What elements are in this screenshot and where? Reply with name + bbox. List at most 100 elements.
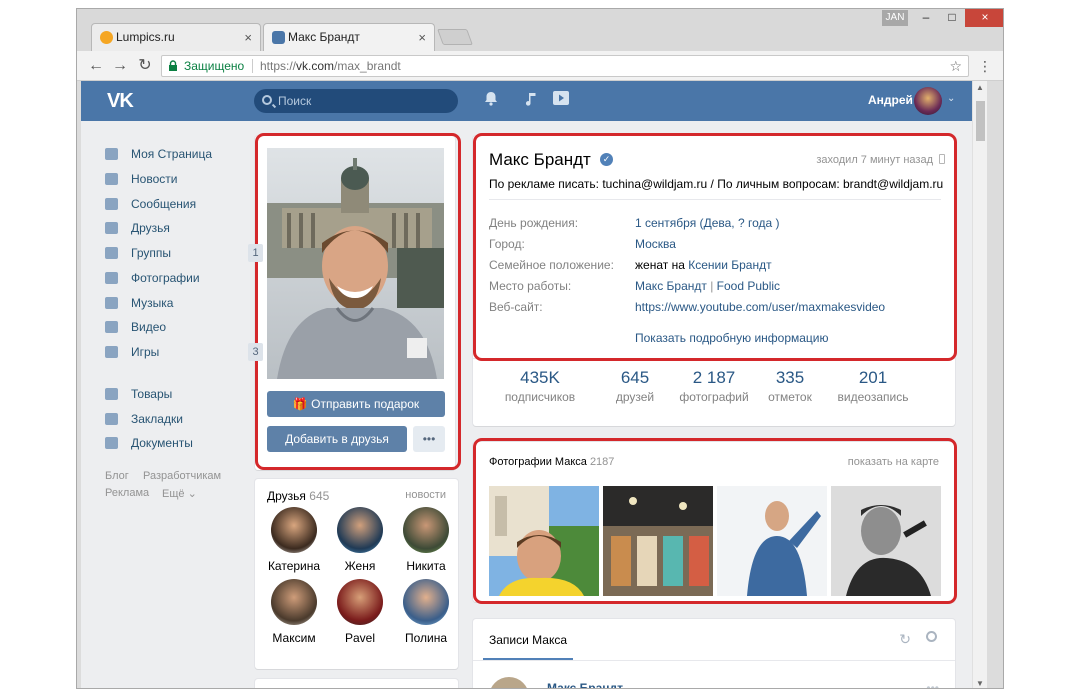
- sidebar-item[interactable]: Игры 3: [105, 340, 265, 364]
- friend-avatar[interactable]: [337, 507, 383, 553]
- url-path: /max_brandt: [334, 59, 401, 73]
- sidebar-item-badge: 3: [248, 343, 263, 361]
- minimize-button[interactable]: –: [913, 9, 939, 27]
- counter-value: 335: [775, 368, 805, 387]
- tab-close-icon[interactable]: ×: [418, 24, 426, 51]
- friend-item[interactable]: Полина: [391, 579, 461, 645]
- sidebar-item-label: Моя Страница: [131, 147, 213, 161]
- friends-title[interactable]: Друзья 645: [267, 489, 329, 503]
- friend-name[interactable]: Никита: [391, 559, 461, 573]
- counter-label: друзей: [615, 390, 655, 404]
- counter-value: 435K: [520, 368, 560, 387]
- scroll-thumb[interactable]: [976, 101, 985, 141]
- sidebar-item[interactable]: Музыка: [105, 291, 265, 315]
- reload-button[interactable]: ↻: [134, 55, 156, 77]
- browser-menu-icon[interactable]: ⋮: [977, 55, 993, 77]
- divider: [473, 660, 955, 661]
- tab-close-icon[interactable]: ×: [244, 24, 252, 51]
- sidebar-item[interactable]: Сообщения: [105, 192, 265, 216]
- tab-lumpics[interactable]: Lumpics.ru ×: [91, 23, 261, 51]
- scroll-up-icon[interactable]: ▲: [976, 83, 984, 92]
- post-author-name[interactable]: Макс Брандт: [547, 681, 623, 688]
- friend-name[interactable]: Полина: [391, 631, 461, 645]
- footer-link-ads[interactable]: Реклама: [105, 487, 149, 499]
- chevron-down-icon: ⌄: [187, 488, 197, 500]
- sidebar-item[interactable]: Товары: [105, 382, 265, 406]
- friend-name[interactable]: Pavel: [325, 631, 395, 645]
- music-note-icon[interactable]: [521, 91, 541, 111]
- maximize-button[interactable]: □: [939, 9, 965, 27]
- play-icon[interactable]: [551, 91, 571, 111]
- post-author-avatar[interactable]: [489, 677, 529, 688]
- sidebar-item[interactable]: Видео: [105, 315, 265, 339]
- url-text: https://vk.com/max_brandt: [260, 56, 401, 76]
- sidebar-item[interactable]: Группы 1: [105, 241, 265, 265]
- friend-avatar[interactable]: [271, 507, 317, 553]
- sidebar-item-label: Закладки: [131, 412, 183, 426]
- friend-item[interactable]: Женя: [325, 507, 395, 573]
- refresh-icon[interactable]: ↻: [899, 631, 911, 648]
- sidebar-item[interactable]: Новости: [105, 167, 265, 191]
- sidebar-item[interactable]: Фотографии: [105, 266, 265, 290]
- window-close-button[interactable]: ×: [965, 9, 1003, 27]
- sidebar-item-label: Новости: [131, 172, 178, 186]
- tab-vk-profile[interactable]: Макс Брандт ×: [263, 23, 435, 51]
- music-icon: [105, 297, 118, 309]
- sidebar-item[interactable]: Моя Страница: [105, 142, 265, 166]
- lock-icon: [169, 60, 177, 71]
- address-bar[interactable]: Защищено https://vk.com/max_brandt ☆: [161, 55, 969, 77]
- groups-icon: [105, 247, 118, 259]
- user-avatar[interactable]: [914, 87, 942, 115]
- notifications-bell-icon[interactable]: [481, 91, 501, 111]
- friend-name[interactable]: Максим: [259, 631, 329, 645]
- footer-link-blog[interactable]: Блог: [105, 470, 129, 482]
- sidebar-item-badge: 1: [248, 244, 263, 262]
- footer-link-more[interactable]: Ещё ⌄: [162, 487, 197, 500]
- friends-card: Друзья 645 новости Катерина Женя Никита Мак…: [255, 479, 458, 669]
- back-button[interactable]: ←: [85, 55, 107, 77]
- search-icon[interactable]: [926, 631, 937, 642]
- tab-title: Макс Брандт: [288, 30, 360, 44]
- footer-more-label: Ещё: [162, 488, 185, 500]
- friend-item[interactable]: Максим: [259, 579, 329, 645]
- friend-item[interactable]: Никита: [391, 507, 461, 573]
- profile-counter[interactable]: 201 видеозапись: [828, 368, 918, 404]
- post-menu-icon[interactable]: •••: [926, 681, 939, 688]
- sidebar-item[interactable]: Закладки: [105, 407, 265, 431]
- document-icon: [105, 437, 118, 449]
- friend-name[interactable]: Женя: [325, 559, 395, 573]
- vk-favicon-icon: [272, 31, 285, 44]
- page-scrollbar[interactable]: ▲ ▼: [972, 81, 987, 688]
- new-tab-button[interactable]: [437, 29, 473, 45]
- counter-label: подписчиков: [504, 390, 576, 404]
- user-name[interactable]: Андрей: [868, 93, 913, 107]
- friend-item[interactable]: Катерина: [259, 507, 329, 573]
- friend-avatar[interactable]: [403, 579, 449, 625]
- search-placeholder: Поиск: [278, 94, 312, 108]
- search-input[interactable]: Поиск: [254, 89, 458, 113]
- games-icon: [105, 346, 118, 358]
- profile-counter[interactable]: 335 отметок: [745, 368, 835, 404]
- friend-avatar[interactable]: [403, 507, 449, 553]
- bookmark-star-icon[interactable]: ☆: [949, 56, 962, 76]
- forward-button[interactable]: →: [109, 55, 131, 77]
- sidebar-item[interactable]: Друзья: [105, 216, 265, 240]
- profile-counter[interactable]: 435K подписчиков: [495, 368, 585, 404]
- chevron-down-icon[interactable]: ⌄: [947, 93, 955, 104]
- profile-counter[interactable]: 645 друзей: [590, 368, 680, 404]
- video-icon: [105, 321, 118, 333]
- friend-item[interactable]: Pavel: [325, 579, 395, 645]
- sidebar-item-label: Друзья: [131, 221, 170, 235]
- highlight-frame-photos: [473, 438, 957, 604]
- vk-logo[interactable]: VK: [107, 90, 134, 113]
- footer-link-developers[interactable]: Разработчикам: [143, 470, 221, 482]
- friends-news-link[interactable]: новости: [405, 489, 446, 501]
- scroll-down-icon[interactable]: ▼: [976, 679, 984, 688]
- counter-value: 201: [858, 368, 888, 387]
- friend-name[interactable]: Катерина: [259, 559, 329, 573]
- browser-user-badge[interactable]: JAN: [882, 10, 908, 26]
- sidebar-item[interactable]: Документы: [105, 431, 265, 455]
- friend-avatar[interactable]: [271, 579, 317, 625]
- posts-tab[interactable]: Записи Макса: [489, 633, 567, 647]
- friend-avatar[interactable]: [337, 579, 383, 625]
